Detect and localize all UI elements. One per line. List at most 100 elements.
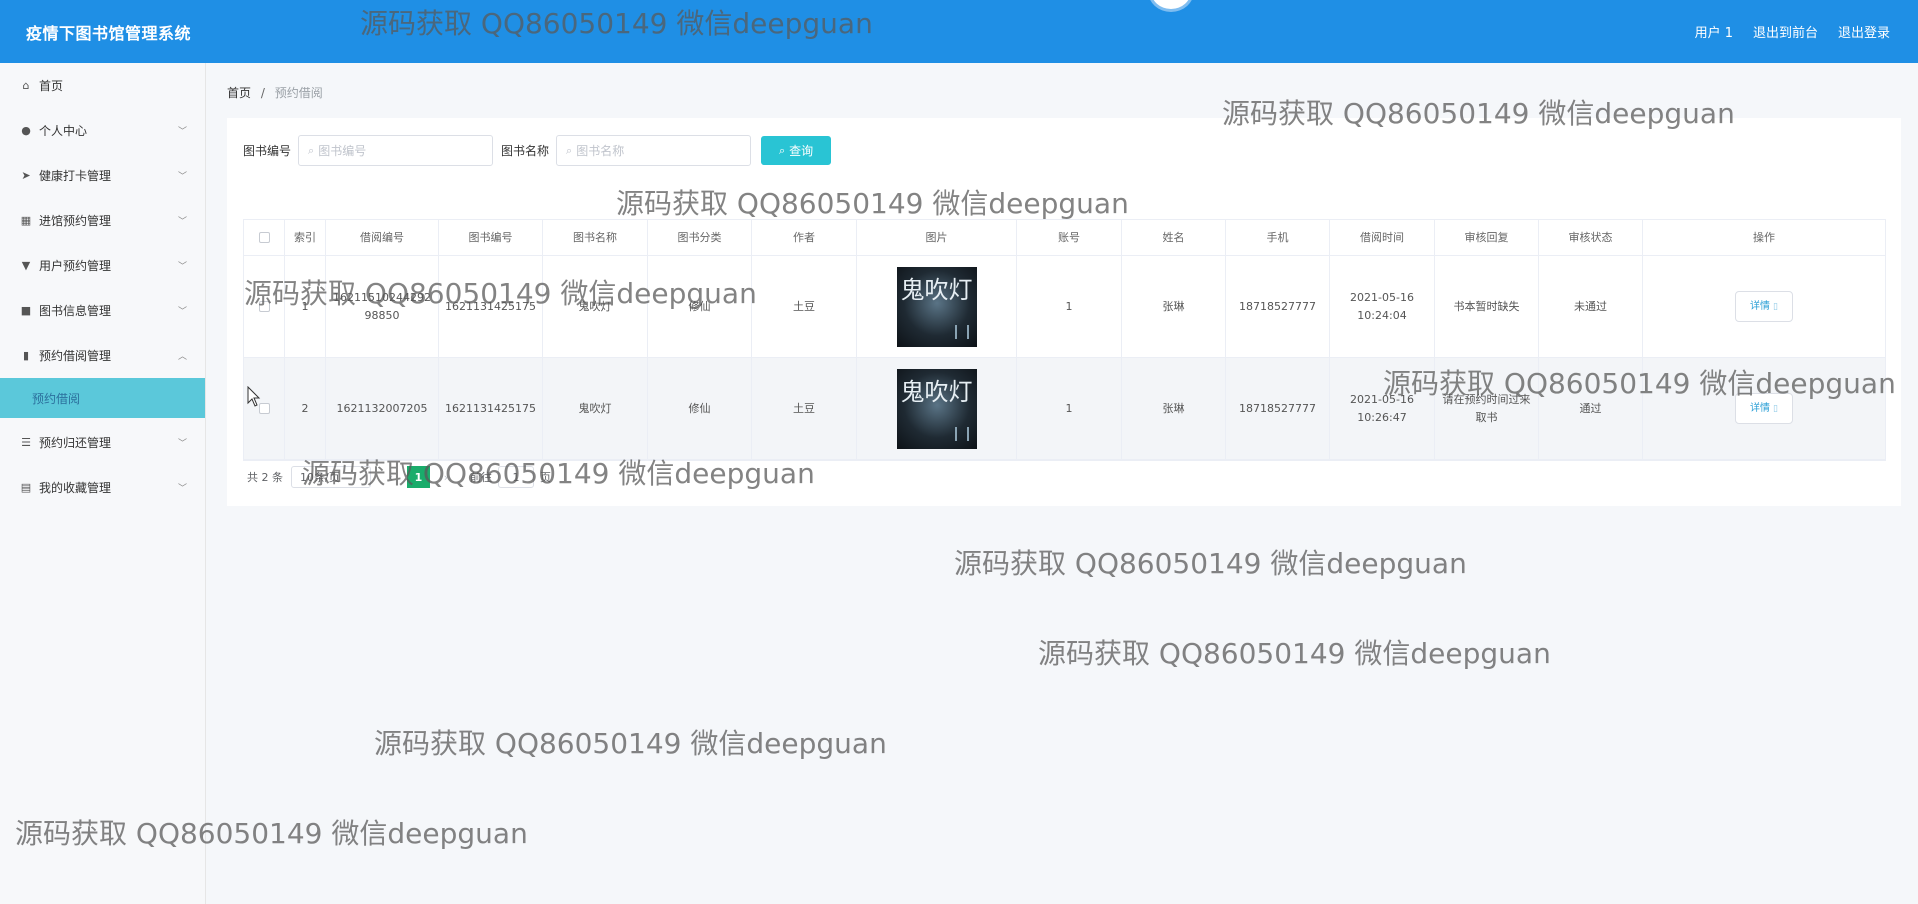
cover-decoration [954, 324, 969, 339]
row-select-cell [244, 256, 285, 357]
sidebar-item-book-info[interactable]: ■ 图书信息管理 ﹀ [0, 288, 205, 333]
cell-book-no: 1621131425175 [439, 358, 543, 459]
book-no-label: 图书编号 [243, 144, 292, 158]
query-button[interactable]: ⌕ 查询 [761, 136, 832, 165]
table-row: 2 1621132007205 1621131425175 鬼吹灯 修仙 土豆 … [244, 358, 1885, 460]
cell-time: 2021-05-16 10:24:04 [1330, 256, 1435, 357]
logout-link[interactable]: 退出登录 [1838, 22, 1890, 41]
top-header: 疫情下图书馆管理系统 用户 1 退出到前台 退出登录 [0, 0, 1918, 63]
column-header[interactable]: 审核回复 [1435, 220, 1539, 255]
column-header[interactable]: 图片 [857, 220, 1017, 255]
watermark-text: 源码获取 QQ86050149 微信deepguan [374, 727, 887, 760]
column-header[interactable]: 手机 [1226, 220, 1330, 255]
goto-page-input[interactable] [498, 466, 534, 488]
cell-account: 1 [1017, 256, 1122, 357]
cell-cover: 鬼吹灯 [857, 256, 1017, 357]
main-panel: 图书编号 ⌕ 图书名称 ⌕ ⌕ 查询 索引 借阅编号 图书编号 图书名称 图书分… [227, 118, 1901, 506]
column-header[interactable]: 审核状态 [1539, 220, 1643, 255]
column-header[interactable]: 作者 [752, 220, 857, 255]
sidebar-item-borrow[interactable]: ▮ 预约借阅管理 ︿ [0, 333, 205, 378]
cell-status: 通过 [1539, 358, 1643, 459]
detail-button[interactable]: 详情 ▯ [1735, 393, 1793, 424]
book-no-field[interactable]: ⌕ [298, 135, 494, 166]
chevron-down-icon: ﹀ [177, 172, 187, 182]
sidebar-item-home[interactable]: ⌂ 首页 [0, 63, 205, 108]
sidebar-item-profile[interactable]: ● 个人中心 ﹀ [0, 108, 205, 153]
cell-borrow-no: 1621132007205 [326, 358, 439, 459]
top-links: 用户 1 退出到前台 退出登录 [1695, 22, 1890, 41]
cell-book-no: 1621131425175 [439, 256, 543, 357]
cell-category: 修仙 [648, 256, 752, 357]
row-select-cell [244, 358, 285, 459]
app-title: 疫情下图书馆管理系统 [26, 24, 192, 43]
prev-page-icon[interactable]: ‹ [381, 471, 401, 484]
sidebar: ⌂ 首页 ● 个人中心 ﹀ ➤ 健康打卡管理 ﹀ ▦ 进馆预约管理 ﹀ ▼ 用户… [0, 63, 206, 904]
avatar-orb [1148, 0, 1194, 12]
row-checkbox[interactable] [258, 301, 270, 312]
search-icon: ⌕ [778, 143, 786, 157]
breadcrumb-current: 预约借阅 [274, 86, 323, 100]
sidebar-item-favorites[interactable]: ▤ 我的收藏管理 ﹀ [0, 465, 205, 510]
cell-phone: 18718527777 [1226, 358, 1330, 459]
breadcrumb-home[interactable]: 首页 [227, 86, 251, 100]
column-header[interactable]: 操作 [1643, 220, 1885, 255]
page-size-select[interactable]: 10条/页 [291, 466, 371, 488]
column-header[interactable]: 图书分类 [648, 220, 752, 255]
cover-title: 鬼吹灯 [900, 377, 973, 406]
clipboard-icon: ▤ [20, 481, 32, 494]
detail-button[interactable]: 详情 ▯ [1735, 291, 1793, 322]
sidebar-item-label: 用户预约管理 [39, 259, 112, 273]
search-icon: ⌕ [566, 143, 573, 157]
page-number[interactable]: 1 [407, 466, 430, 488]
send-icon: ➤ [21, 169, 31, 182]
grid-icon: ▦ [20, 214, 32, 227]
book-no-input[interactable] [318, 143, 479, 158]
chevron-down-icon: ﹀ [177, 307, 187, 317]
chart-icon: ▮ [22, 349, 30, 362]
chevron-down-icon: ﹀ [177, 217, 187, 227]
cell-reply: 书本暂时缺失 [1435, 256, 1539, 357]
cell-time: 2021-05-16 10:26:47 [1330, 358, 1435, 459]
next-page-icon[interactable]: › [436, 471, 456, 484]
column-header[interactable]: 账号 [1017, 220, 1122, 255]
cover-decoration [954, 426, 969, 441]
breadcrumb: 首页 / 预约借阅 [227, 84, 323, 101]
goto-suffix: 页 [540, 471, 551, 484]
column-header[interactable]: 图书编号 [439, 220, 543, 255]
chevron-down-icon: ﹀ [177, 262, 187, 272]
column-header[interactable]: 索引 [285, 220, 326, 255]
book-name-input[interactable] [576, 143, 737, 158]
sidebar-item-label: 个人中心 [39, 124, 88, 138]
sidebar-item-label: 首页 [39, 79, 64, 93]
cell-author: 土豆 [752, 256, 857, 357]
user-menu-link[interactable]: 用户 1 [1695, 22, 1733, 41]
pin-icon: ▼ [21, 259, 31, 272]
sidebar-item-health[interactable]: ➤ 健康打卡管理 ﹀ [0, 153, 205, 198]
column-header[interactable]: 图书名称 [543, 220, 648, 255]
list-icon: ☰ [21, 436, 31, 449]
column-header[interactable]: 借阅编号 [326, 220, 439, 255]
sidebar-item-entry-booking[interactable]: ▦ 进馆预约管理 ﹀ [0, 198, 205, 243]
document-icon: ▯ [1773, 403, 1778, 414]
cell-name: 张琳 [1122, 256, 1226, 357]
sidebar-item-label: 我的收藏管理 [39, 481, 112, 495]
book-name-field[interactable]: ⌕ [556, 135, 752, 166]
cover-title: 鬼吹灯 [900, 275, 973, 304]
user-icon: ● [21, 124, 31, 137]
sidebar-item-user-booking[interactable]: ▼ 用户预约管理 ﹀ [0, 243, 205, 288]
cell-author: 土豆 [752, 358, 857, 459]
select-all-checkbox[interactable] [258, 232, 270, 243]
table-row: 1 1621151024429298850 1621131425175 鬼吹灯 … [244, 256, 1885, 358]
sidebar-item-label: 健康打卡管理 [39, 169, 112, 183]
sidebar-item-return[interactable]: ☰ 预约归还管理 ﹀ [0, 420, 205, 465]
sidebar-item-label: 预约归还管理 [39, 436, 112, 450]
column-header[interactable]: 借阅时间 [1330, 220, 1435, 255]
sidebar-subitem-borrow[interactable]: 预约借阅 [0, 378, 205, 418]
column-header[interactable]: 姓名 [1122, 220, 1226, 255]
page-size-value: 10条/页 [300, 471, 340, 484]
cell-account: 1 [1017, 358, 1122, 459]
cell-reply: 请在预约时间过来取书 [1435, 358, 1539, 459]
table-header-row: 索引 借阅编号 图书编号 图书名称 图书分类 作者 图片 账号 姓名 手机 借阅… [244, 220, 1885, 256]
pager-total: 共 2 条 [247, 471, 283, 484]
back-to-frontend-link[interactable]: 退出到前台 [1753, 22, 1818, 41]
